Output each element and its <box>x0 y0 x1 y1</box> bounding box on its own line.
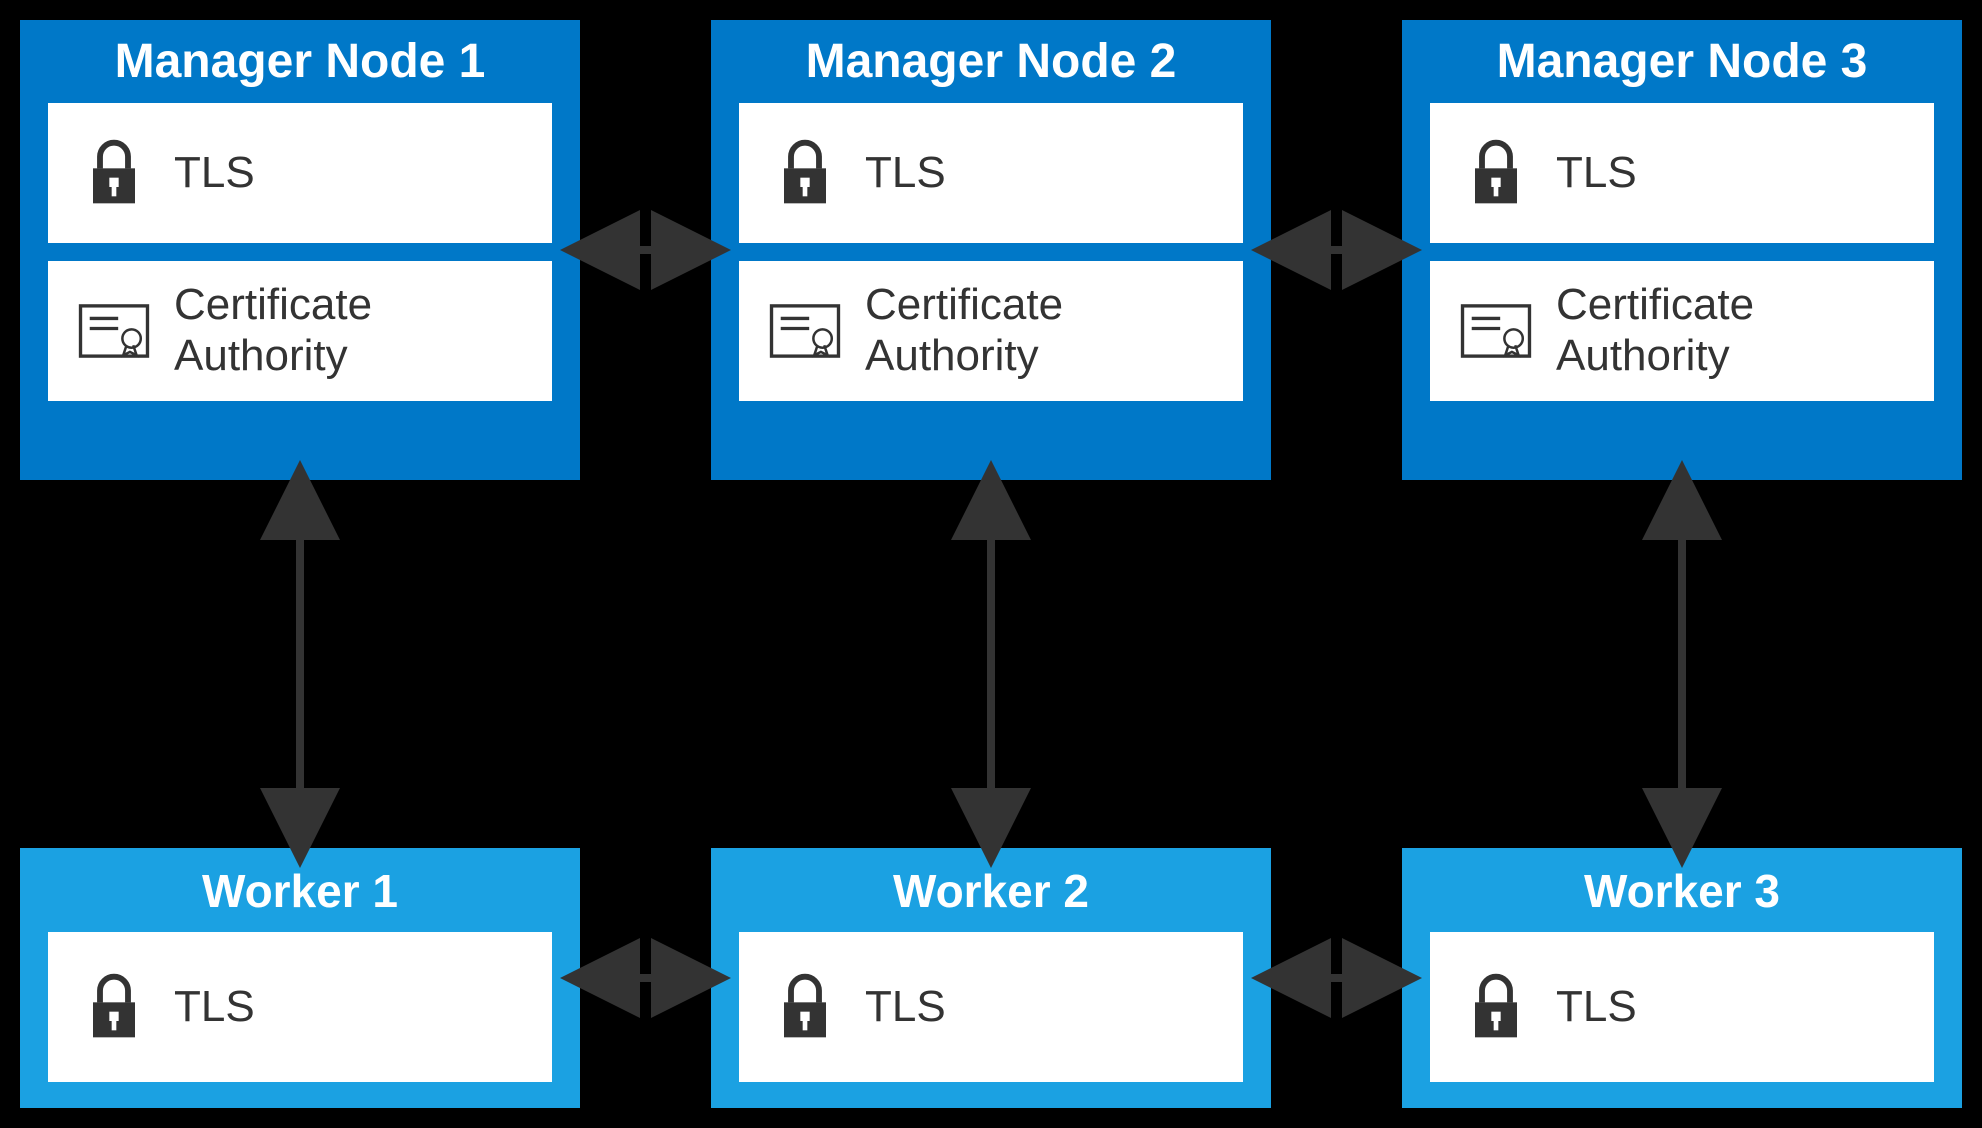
ca-label-1: Certificate Authority <box>174 280 552 381</box>
worker-node-3: Worker 3 TLS <box>1402 848 1962 1108</box>
lock-icon <box>769 137 841 209</box>
worker-title-1: Worker 1 <box>20 848 580 932</box>
manager-title-1: Manager Node 1 <box>20 20 580 103</box>
tls-label-1: TLS <box>174 148 255 199</box>
worker-tls-label-1: TLS <box>174 982 255 1033</box>
lock-icon <box>1460 971 1532 1043</box>
lock-icon <box>78 971 150 1043</box>
manager-title-3: Manager Node 3 <box>1402 20 1962 103</box>
certificate-icon <box>769 295 841 367</box>
ca-card-3: Certificate Authority <box>1430 261 1934 401</box>
manager-title-2: Manager Node 2 <box>711 20 1271 103</box>
lock-icon <box>1460 137 1532 209</box>
manager-node-3: Manager Node 3 TLS Certificate Authority <box>1402 20 1962 480</box>
tls-card-1: TLS <box>48 103 552 243</box>
tls-label-3: TLS <box>1556 148 1637 199</box>
worker-title-3: Worker 3 <box>1402 848 1962 932</box>
tls-card-3: TLS <box>1430 103 1934 243</box>
manager-node-1: Manager Node 1 TLS Certificate Authority <box>20 20 580 480</box>
ca-card-1: Certificate Authority <box>48 261 552 401</box>
worker-node-1: Worker 1 TLS <box>20 848 580 1108</box>
worker-tls-label-3: TLS <box>1556 982 1637 1033</box>
ca-card-2: Certificate Authority <box>739 261 1243 401</box>
worker-tls-card-3: TLS <box>1430 932 1934 1082</box>
worker-title-2: Worker 2 <box>711 848 1271 932</box>
tls-label-2: TLS <box>865 148 946 199</box>
worker-tls-label-2: TLS <box>865 982 946 1033</box>
worker-tls-card-1: TLS <box>48 932 552 1082</box>
ca-label-3: Certificate Authority <box>1556 280 1934 381</box>
worker-tls-card-2: TLS <box>739 932 1243 1082</box>
ca-label-2: Certificate Authority <box>865 280 1243 381</box>
tls-card-2: TLS <box>739 103 1243 243</box>
certificate-icon <box>78 295 150 367</box>
certificate-icon <box>1460 295 1532 367</box>
manager-node-2: Manager Node 2 TLS Certificate Authority <box>711 20 1271 480</box>
lock-icon <box>78 137 150 209</box>
lock-icon <box>769 971 841 1043</box>
worker-node-2: Worker 2 TLS <box>711 848 1271 1108</box>
